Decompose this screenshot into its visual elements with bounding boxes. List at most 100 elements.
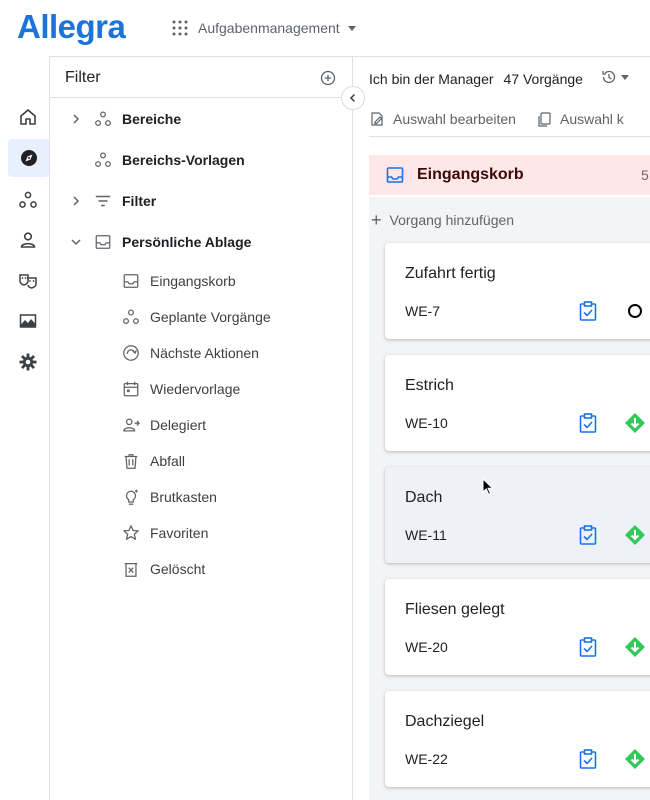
top-bar: Allegra Aufgabenmanagement xyxy=(0,0,650,56)
green-down-arrow-icon[interactable] xyxy=(625,413,645,433)
areas-icon xyxy=(123,309,139,325)
areas-icon xyxy=(95,111,111,127)
clipboard-icon[interactable] xyxy=(579,525,597,545)
home-icon xyxy=(20,109,36,125)
copy-selection-button[interactable]: Auswahl k xyxy=(536,111,624,127)
green-down-arrow-icon[interactable] xyxy=(625,749,645,769)
sub-item-label: Nächste Aktionen xyxy=(150,345,259,361)
deleted-icon xyxy=(124,562,138,577)
task-card[interactable]: Fliesen gelegt WE-20 xyxy=(385,579,650,675)
mouse-cursor-icon xyxy=(482,478,494,496)
inbox-icon xyxy=(95,235,111,249)
filter-panel: Filter Bereiche Bereichs-Vorlagen Filter… xyxy=(49,56,353,800)
clipboard-icon[interactable] xyxy=(579,749,597,769)
sub-item-geplante-vorgaenge[interactable]: Geplante Vorgänge xyxy=(50,301,352,333)
rail-areas[interactable] xyxy=(8,181,48,219)
delegate-person-icon xyxy=(123,418,140,432)
sub-item-label: Geplante Vorgänge xyxy=(150,309,271,325)
green-down-arrow-icon[interactable] xyxy=(625,525,645,545)
add-filter-icon[interactable] xyxy=(320,70,336,86)
rail-person[interactable] xyxy=(8,221,48,259)
filter-panel-title: Filter xyxy=(65,69,101,86)
compass-icon xyxy=(20,150,37,166)
main-area: Ich bin der Manager 47 Vorgänge Auswahl … xyxy=(353,56,650,800)
sub-item-delegiert[interactable]: Delegiert xyxy=(50,409,352,441)
edit-selection-button[interactable]: Auswahl bearbeiten xyxy=(369,111,516,127)
app-switcher-label: Aufgabenmanagement xyxy=(198,20,340,36)
rail-home[interactable] xyxy=(8,98,48,136)
selection-toolbar: Auswahl bearbeiten Auswahl k xyxy=(369,101,650,137)
task-id: WE-22 xyxy=(405,751,448,767)
theater-masks-icon xyxy=(19,274,37,289)
task-card[interactable]: Estrich WE-10 xyxy=(385,355,650,451)
chevron-right-icon[interactable] xyxy=(70,195,82,207)
task-card[interactable]: Zufahrt fertig WE-7 xyxy=(385,243,650,339)
main-header: Ich bin der Manager 47 Vorgänge xyxy=(369,69,583,89)
task-id: WE-10 xyxy=(405,415,448,431)
trash-icon xyxy=(124,454,138,469)
clipboard-icon[interactable] xyxy=(579,413,597,433)
sub-item-eingangskorb[interactable]: Eingangskorb xyxy=(50,265,352,297)
sub-item-favoriten[interactable]: Favoriten xyxy=(50,517,352,549)
tree-item-label: Filter xyxy=(122,193,157,209)
tree-item-bereichs-vorlagen[interactable]: Bereichs-Vorlagen xyxy=(50,142,352,178)
copy-selection-label: Auswahl k xyxy=(559,110,624,127)
sub-item-label: Delegiert xyxy=(150,417,207,433)
refresh-arrow-icon xyxy=(123,345,139,361)
add-task-button[interactable]: + Vorgang hinzufügen xyxy=(371,211,514,229)
chevron-left-icon xyxy=(349,93,356,103)
sub-item-label: Brutkasten xyxy=(150,489,217,505)
sub-item-wiedervorlage[interactable]: Wiedervorlage xyxy=(50,373,352,405)
chevron-right-icon[interactable] xyxy=(70,113,82,125)
rail-masks[interactable] xyxy=(8,262,48,300)
inbox-icon xyxy=(386,167,404,183)
star-icon xyxy=(123,525,139,540)
sub-item-label: Abfall xyxy=(150,453,186,469)
edit-selection-label: Auswahl bearbeiten xyxy=(393,110,516,127)
gear-icon xyxy=(19,353,37,371)
task-title: Zufahrt fertig xyxy=(405,265,496,282)
inbox-title: Eingangskorb xyxy=(417,166,524,183)
clipboard-icon[interactable] xyxy=(579,637,597,657)
sub-item-label: Gelöscht xyxy=(150,561,206,577)
rail-landscape[interactable] xyxy=(8,302,48,340)
task-id: WE-20 xyxy=(405,639,448,655)
filter-icon xyxy=(95,195,111,207)
rail-explore[interactable] xyxy=(8,139,49,177)
open-circle-icon[interactable] xyxy=(625,301,645,321)
green-down-arrow-icon[interactable] xyxy=(625,637,645,657)
tree-item-label: Bereiche xyxy=(122,111,182,127)
sub-item-geloescht[interactable]: Gelöscht xyxy=(50,553,352,585)
tree-item-bereiche[interactable]: Bereiche xyxy=(50,101,352,137)
task-card[interactable]: Dachziegel WE-22 xyxy=(385,691,650,787)
clipboard-icon[interactable] xyxy=(579,301,597,321)
allegra-logo[interactable]: Allegra xyxy=(17,8,126,46)
lightbulb-icon xyxy=(125,489,138,505)
task-id: WE-7 xyxy=(405,303,440,319)
collapse-panel-button[interactable] xyxy=(341,86,365,110)
plus-icon: + xyxy=(371,210,382,230)
chevron-down-icon[interactable] xyxy=(70,236,82,248)
task-card[interactable]: Dach WE-11 xyxy=(385,467,650,563)
tree-item-persoenliche-ablage[interactable]: Persönliche Ablage xyxy=(50,224,352,260)
landscape-icon xyxy=(19,314,37,328)
person-icon xyxy=(20,232,36,248)
apps-grid-icon xyxy=(172,20,188,36)
inbox-count: 5 xyxy=(641,167,649,183)
app-switcher[interactable]: Aufgabenmanagement xyxy=(172,18,356,38)
tree-item-label: Persönliche Ablage xyxy=(122,234,252,250)
tree-item-filter[interactable]: Filter xyxy=(50,183,352,219)
edit-document-icon xyxy=(371,111,383,126)
sub-item-abfall[interactable]: Abfall xyxy=(50,445,352,477)
task-title: Fliesen gelegt xyxy=(405,601,505,618)
areas-icon xyxy=(95,152,111,168)
sub-item-brutkasten[interactable]: Brutkasten xyxy=(50,481,352,513)
task-count: 47 Vorgänge xyxy=(503,71,583,87)
chevron-down-icon xyxy=(347,25,356,31)
rail-settings[interactable] xyxy=(8,343,48,381)
history-button[interactable] xyxy=(601,69,629,85)
areas-icon xyxy=(19,191,37,208)
nav-rail xyxy=(0,56,49,800)
sub-item-naechste-aktionen[interactable]: Nächste Aktionen xyxy=(50,337,352,369)
tree-item-label: Bereichs-Vorlagen xyxy=(122,152,245,168)
